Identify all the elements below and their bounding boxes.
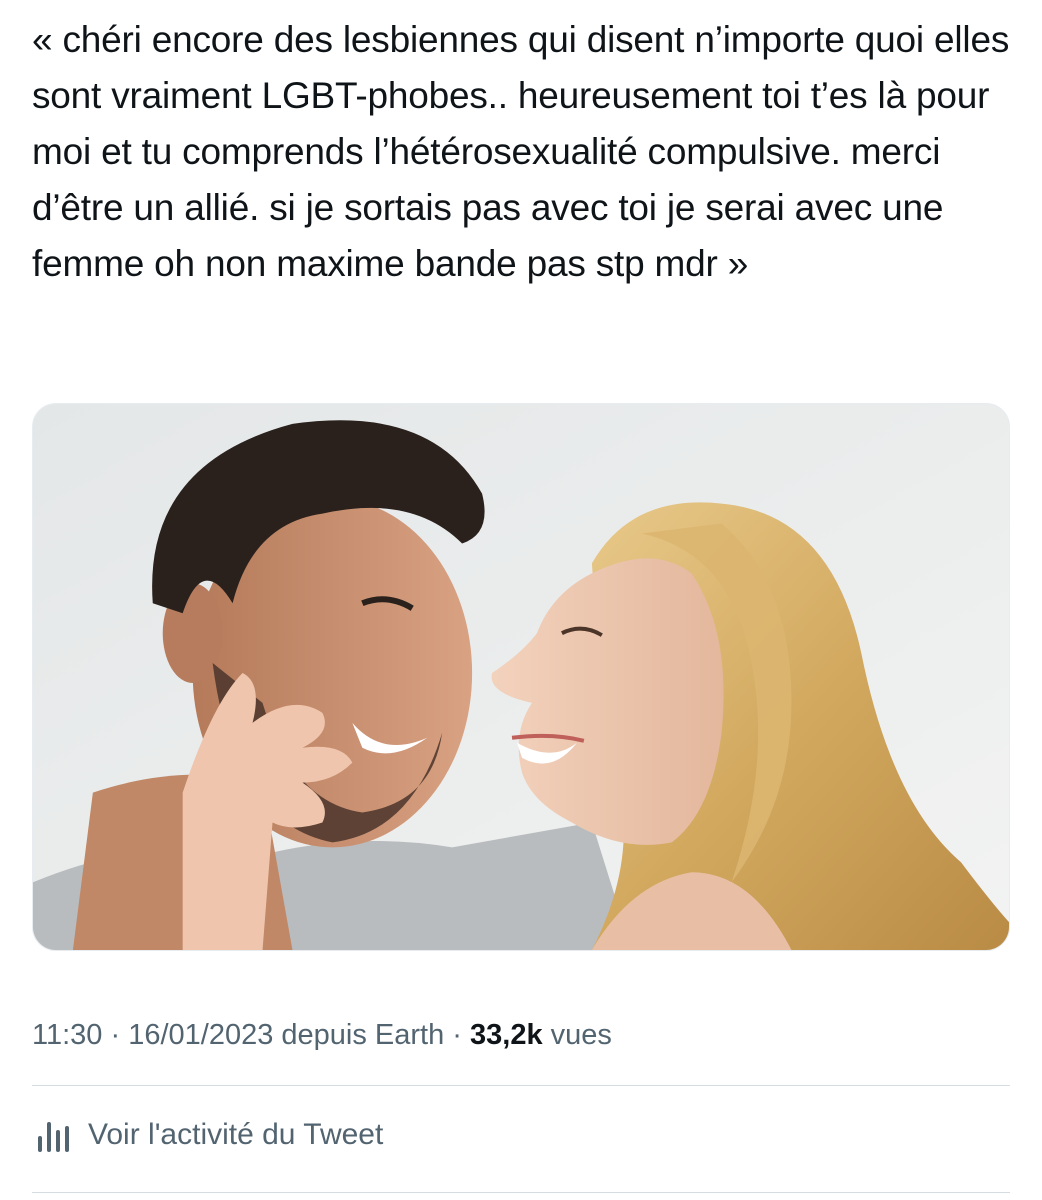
tweet-activity-label: Voir l'activité du Tweet xyxy=(88,1118,384,1151)
views-count: 33,2k xyxy=(470,1019,543,1051)
couple-photo-illustration xyxy=(33,404,1009,950)
tweet-photo[interactable] xyxy=(32,403,1010,951)
analytics-bars-icon xyxy=(38,1122,69,1152)
meta-separator: · xyxy=(444,1019,471,1051)
views-label: vues xyxy=(542,1019,612,1051)
tweet-source: depuis Earth xyxy=(273,1019,445,1051)
tweet-activity-link[interactable]: Voir l'activité du Tweet xyxy=(32,1110,383,1160)
tweet-meta: 11:30 · 16/01/2023 depuis Earth · 33,2k … xyxy=(32,1013,612,1057)
meta-separator: · xyxy=(102,1019,129,1051)
tweet-text: « chéri encore des lesbiennes qui disent… xyxy=(32,19,1020,284)
divider xyxy=(32,1085,1010,1086)
tweet-time[interactable]: 11:30 xyxy=(32,1019,102,1051)
divider xyxy=(32,1192,1010,1193)
tweet-date[interactable]: 16/01/2023 xyxy=(128,1019,273,1051)
